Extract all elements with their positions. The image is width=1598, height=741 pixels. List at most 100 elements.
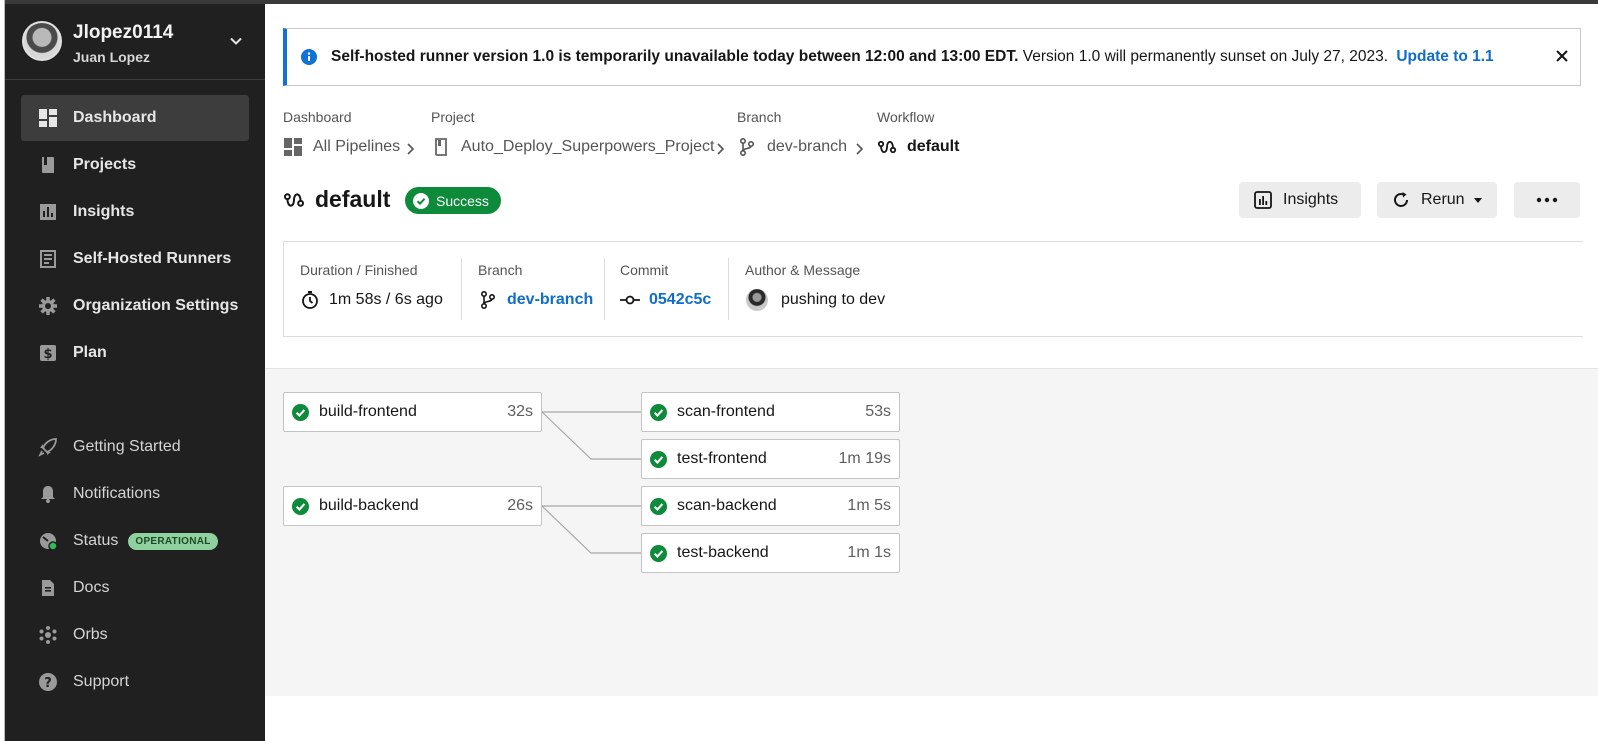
breadcrumb-current-workflow: default [877, 137, 959, 157]
banner-message: Self-hosted runner version 1.0 is tempor… [331, 48, 1494, 66]
success-check-icon [650, 544, 667, 562]
sidebar-item-status[interactable]: Status OPERATIONAL [21, 518, 249, 564]
status-icon [38, 531, 58, 551]
status-badge: Success [405, 187, 501, 214]
stopwatch-icon [300, 290, 320, 310]
banner-text: Version 1.0 will permanently sunset on J… [1018, 48, 1389, 65]
job-card-build-backend[interactable]: build-backend 26s [283, 486, 542, 526]
chevron-right-icon [856, 143, 864, 155]
book-icon [431, 137, 451, 157]
job-name: scan-backend [677, 497, 777, 514]
more-options-button[interactable] [1514, 182, 1580, 218]
user-handle: Jlopez0114 [73, 22, 174, 43]
pipelines-icon [283, 137, 303, 157]
workflow-icon [877, 137, 897, 157]
job-name: build-backend [319, 497, 419, 514]
commit-link[interactable]: 0542c5c [620, 290, 711, 310]
sidebar-item-label: Dashboard [73, 109, 157, 126]
job-duration: 32s [507, 403, 533, 420]
rerun-button[interactable]: Rerun [1377, 182, 1497, 218]
chevron-down-icon[interactable] [229, 34, 243, 48]
insights-button[interactable]: Insights [1239, 182, 1361, 218]
breadcrumb-link-branch[interactable]: dev-branch [737, 137, 847, 157]
svg-text:?: ? [44, 676, 52, 691]
job-name: scan-frontend [677, 403, 775, 420]
svg-text:$: $ [43, 347, 52, 362]
close-icon[interactable] [1554, 48, 1570, 64]
sidebar-item-organization-settings[interactable]: Organization Settings [21, 283, 249, 329]
status-badge: OPERATIONAL [128, 532, 218, 550]
sidebar-item-label: Insights [73, 203, 135, 220]
question-icon: ? [38, 672, 58, 692]
user-switcher[interactable]: Jlopez0114 Juan Lopez [5, 4, 265, 80]
bell-icon [38, 484, 58, 504]
breadcrumb-value: All Pipelines [313, 138, 401, 155]
divider [728, 258, 729, 320]
breadcrumb-caption: Branch [737, 109, 782, 125]
workflow-header: default Success Insights Rerun [283, 182, 1598, 222]
sidebar-item-label: Projects [73, 156, 137, 173]
banner-bold-text: Self-hosted runner version 1.0 is tempor… [331, 48, 1019, 65]
branch-link[interactable]: dev-branch [478, 290, 593, 310]
commit-text: 0542c5c [649, 291, 712, 308]
info-icon [301, 49, 317, 65]
avatar [22, 21, 62, 61]
branch-caption: Branch [478, 262, 523, 278]
sidebar-item-label: Self-Hosted Runners [73, 250, 232, 267]
sidebar-item-orbs[interactable]: Orbs [21, 612, 249, 658]
breadcrumb-workflow: Workflow default [877, 109, 959, 155]
job-card-scan-frontend[interactable]: scan-frontend 53s [641, 392, 900, 432]
caret-down-icon [1473, 198, 1482, 203]
rerun-label: Rerun [1421, 191, 1465, 208]
sidebar-item-label: Notifications [73, 485, 161, 502]
user-full-name: Juan Lopez [73, 49, 151, 65]
commit-caption: Commit [620, 262, 669, 278]
workflow-graph: build-frontend 32s build-backend 26s sca… [265, 368, 1598, 696]
job-name: build-frontend [319, 403, 417, 420]
orbs-icon [38, 625, 58, 645]
book-icon [38, 155, 58, 175]
sidebar-item-insights[interactable]: Insights [21, 189, 249, 235]
success-check-icon [650, 497, 667, 515]
breadcrumb-caption: Dashboard [283, 109, 352, 125]
job-card-build-frontend[interactable]: build-frontend 32s [283, 392, 542, 432]
job-duration: 1m 5s [847, 497, 891, 514]
job-card-test-backend[interactable]: test-backend 1m 1s [641, 533, 900, 573]
sidebar-item-dashboard[interactable]: Dashboard [21, 95, 249, 141]
announcement-banner: Self-hosted runner version 1.0 is tempor… [283, 28, 1581, 86]
sidebar-item-plan[interactable]: $ Plan [21, 330, 249, 376]
sidebar-item-getting-started[interactable]: Getting Started [21, 424, 249, 470]
breadcrumb-link-pipelines[interactable]: All Pipelines [283, 137, 400, 157]
sidebar-item-self-hosted-runners[interactable]: Self-Hosted Runners [21, 236, 249, 282]
duration-text: 1m 58s / 6s ago [329, 291, 443, 308]
document-icon [38, 578, 58, 598]
breadcrumb-branch: Branch dev-branch [737, 109, 847, 157]
sidebar-item-label: Getting Started [73, 438, 181, 455]
job-card-scan-backend[interactable]: scan-backend 1m 5s [641, 486, 900, 526]
breadcrumb-value: default [907, 138, 960, 155]
divider [604, 258, 605, 320]
dashboard-icon [38, 108, 58, 128]
branch-text: dev-branch [507, 291, 594, 308]
job-duration: 1m 1s [847, 544, 891, 561]
sidebar-item-notifications[interactable]: Notifications [21, 471, 249, 517]
breadcrumb-link-project[interactable]: Auto_Deploy_Superpowers_Project [431, 137, 714, 157]
job-name: test-backend [677, 544, 769, 561]
dollar-icon: $ [38, 343, 58, 363]
author-caption: Author & Message [745, 262, 861, 278]
breadcrumb-value: Auto_Deploy_Superpowers_Project [461, 138, 715, 155]
sidebar-item-projects[interactable]: Projects [21, 142, 249, 188]
sidebar-item-support[interactable]: ? Support [21, 659, 249, 705]
workflow-icon [283, 193, 305, 207]
chevron-right-icon [407, 143, 415, 155]
breadcrumb-caption: Project [431, 109, 475, 125]
update-link[interactable]: Update to 1.1 [1396, 48, 1493, 65]
job-card-test-frontend[interactable]: test-frontend 1m 19s [641, 439, 900, 479]
sidebar-item-label: Support [73, 673, 130, 690]
success-check-icon [292, 403, 309, 421]
success-check-icon [292, 497, 309, 515]
sidebar-item-label: Status [73, 532, 119, 549]
sidebar-item-docs[interactable]: Docs [21, 565, 249, 611]
sidebar-item-label: Plan [73, 344, 107, 361]
success-check-icon [650, 450, 667, 468]
